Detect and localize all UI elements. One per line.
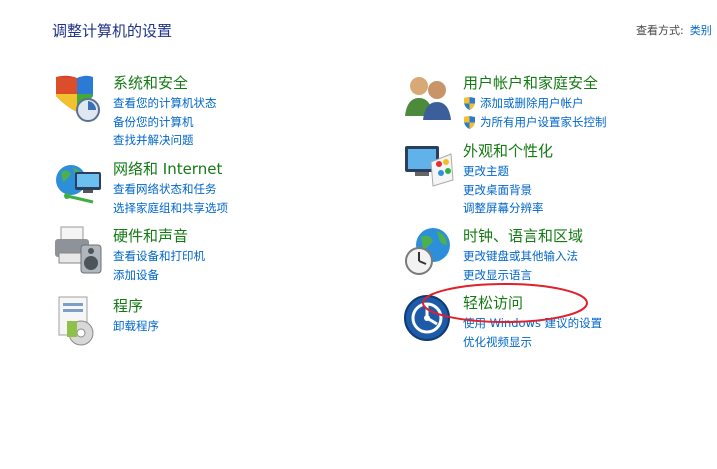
page-title: 调整计算机的设置 [52,22,173,40]
network-globe-icon[interactable] [53,158,105,210]
link-view-network-status[interactable]: 查看网络状态和任务 [113,180,228,199]
category-ease-of-access: 轻松访问 使用 Windows 建议的设置 优化视频显示 [403,292,703,352]
category-system-security: 系统和安全 查看您的计算机状态 备份您的计算机 查找并解决问题 [53,72,353,152]
category-programs: 程序 卸载程序 [53,295,353,347]
link-change-input-method[interactable]: 更改键盘或其他输入法 [463,247,578,266]
link-uninstall-program[interactable]: 卸载程序 [113,317,159,336]
link-devices-printers[interactable]: 查看设备和打印机 [113,247,205,266]
link-homegroup-sharing[interactable]: 选择家庭组和共享选项 [113,199,228,218]
link-parental-controls[interactable]: 为所有用户设置家长控制 [463,113,607,132]
category-appearance: 外观和个性化 更改主题 更改桌面背景 调整屏幕分辨率 [403,140,703,220]
link-add-remove-accounts[interactable]: 添加或删除用户帐户 [463,94,607,113]
category-hardware-sound: 硬件和声音 查看设备和打印机 添加设备 [53,225,353,285]
view-by: 查看方式: 类别 [636,22,712,38]
category-clock-language: 时钟、语言和区域 更改键盘或其他输入法 更改显示语言 [403,225,703,285]
link-change-theme[interactable]: 更改主题 [463,162,544,181]
category-title-system-security[interactable]: 系统和安全 [113,72,188,93]
printer-speaker-icon[interactable] [53,225,105,277]
category-title-appearance[interactable]: 外观和个性化 [463,140,553,161]
category-title-programs[interactable]: 程序 [113,295,143,316]
programs-icon[interactable] [53,295,105,347]
monitor-palette-icon[interactable] [403,140,455,192]
link-optimize-visual-display[interactable]: 优化视频显示 [463,333,602,352]
category-title-ease-of-access[interactable]: 轻松访问 [463,292,523,313]
clock-globe-icon[interactable] [403,225,455,277]
category-network-internet: 网络和 Internet 查看网络状态和任务 选择家庭组和共享选项 [53,158,353,218]
link-view-computer-status[interactable]: 查看您的计算机状态 [113,94,217,113]
uac-shield-icon [464,115,475,129]
uac-shield-icon [464,97,475,110]
category-title-clock-language[interactable]: 时钟、语言和区域 [463,225,583,246]
link-change-background[interactable]: 更改桌面背景 [463,181,544,200]
category-title-hardware-sound[interactable]: 硬件和声音 [113,225,188,246]
link-recommended-settings[interactable]: 使用 Windows 建议的设置 [463,314,602,333]
category-title-user-accounts[interactable]: 用户帐户和家庭安全 [463,72,598,93]
link-label: 添加或删除用户帐户 [480,96,584,110]
link-backup-computer[interactable]: 备份您的计算机 [113,113,217,132]
link-add-device[interactable]: 添加设备 [113,266,205,285]
users-icon[interactable] [403,72,455,124]
link-troubleshoot[interactable]: 查找并解决问题 [113,131,217,150]
category-title-network-internet[interactable]: 网络和 Internet [113,158,222,179]
link-change-display-language[interactable]: 更改显示语言 [463,266,578,285]
shield-icon[interactable] [53,72,105,124]
link-label: 为所有用户设置家长控制 [480,114,607,129]
view-by-dropdown[interactable]: 类别 [690,24,712,37]
link-adjust-resolution[interactable]: 调整屏幕分辨率 [463,199,544,218]
ease-of-access-icon[interactable] [403,292,455,344]
view-by-label: 查看方式: [636,24,684,37]
